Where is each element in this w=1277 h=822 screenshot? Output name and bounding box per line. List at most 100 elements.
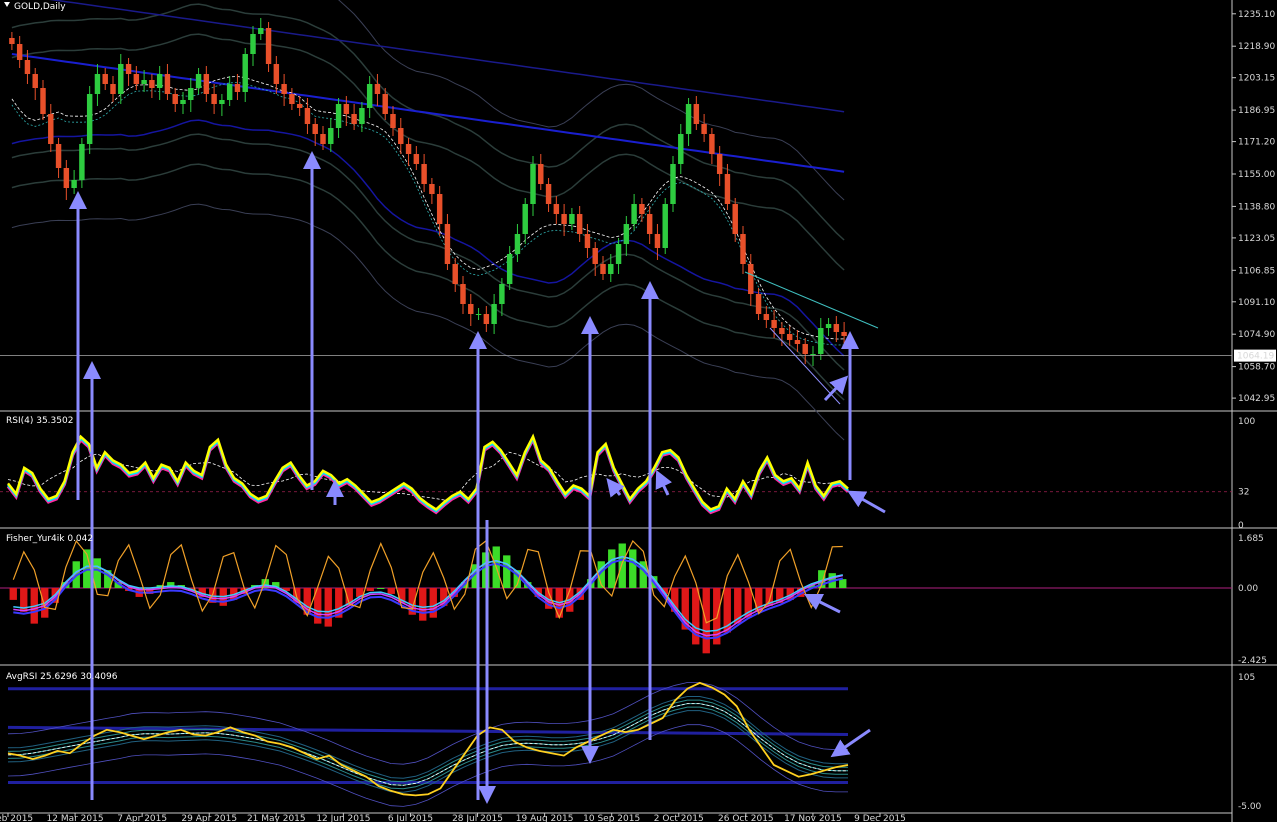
candle-body	[833, 324, 840, 332]
price-tick-label: 1058.70	[1238, 363, 1275, 373]
candle-body	[265, 28, 272, 64]
panel-label-fisher: Fisher_Yur4ik 0.042	[6, 534, 93, 544]
candle-body	[71, 180, 77, 188]
price-tick-label: 1186.95	[1238, 106, 1275, 116]
candle-body	[125, 64, 132, 74]
candle-body	[234, 84, 241, 92]
candle-body	[506, 254, 513, 284]
candle-body	[211, 94, 217, 104]
candle-body	[522, 204, 528, 234]
fisher-bar	[839, 579, 847, 589]
candle-body	[483, 314, 490, 324]
candle-body	[530, 164, 536, 204]
time-tick-label: 29 Apr 2015	[181, 814, 237, 822]
candle-body	[740, 234, 746, 264]
time-tick-label: 9 Feb 2015	[0, 814, 33, 822]
candle-body	[258, 28, 264, 34]
candle-body	[771, 320, 777, 328]
fisher-bar	[629, 549, 637, 589]
candle-body	[63, 168, 70, 188]
current-price-label: 1064.19	[1237, 352, 1274, 362]
price-tick-label: 1091.10	[1238, 298, 1275, 308]
fisher-bar	[377, 588, 385, 590]
candle-body	[670, 164, 676, 204]
fisher-tick-label: 1.685	[1238, 534, 1264, 544]
candle-body	[608, 264, 614, 274]
time-tick-label: 6 Jul 2015	[388, 814, 433, 822]
trading-chart: 1235.10 1218.90 1203.15 1186.95 1171.20 1155.…	[0, 0, 1277, 822]
candle-body	[382, 94, 388, 114]
candle-body	[390, 114, 396, 128]
fisher-bar	[324, 588, 332, 627]
candle-body	[452, 264, 458, 284]
candle-body	[709, 134, 715, 154]
candle-body	[491, 304, 497, 324]
candle-body	[584, 234, 591, 248]
fisher-tick-label: -2.425	[1238, 656, 1267, 666]
candle-body	[226, 84, 233, 100]
candle-body	[312, 124, 318, 134]
candle-body	[281, 84, 287, 94]
candle-body	[335, 104, 342, 128]
time-axis: 9 Feb 2015 12 Mar 2015 7 Apr 2015 29 Apr 20…	[0, 813, 906, 822]
candle-body	[413, 154, 420, 164]
candle-body	[242, 54, 248, 92]
fisher-bar	[618, 543, 626, 589]
panel-label-price: GOLD,Daily	[14, 2, 66, 12]
candle-body	[172, 94, 178, 104]
candle-body	[16, 44, 23, 60]
candle-body	[732, 204, 738, 234]
candle-body	[351, 114, 357, 124]
time-tick-label: 12 Jun 2015	[316, 814, 370, 822]
candle-body	[79, 144, 85, 180]
time-tick-label: 21 May 2015	[247, 814, 306, 822]
candle-body	[421, 164, 427, 184]
candle-body	[304, 108, 311, 124]
candle-body	[592, 248, 598, 264]
fisher-bar	[429, 588, 437, 618]
candle-body	[716, 154, 723, 174]
price-tick-label: 1042.95	[1238, 394, 1275, 404]
candle-body	[615, 244, 622, 264]
candle-body	[48, 114, 54, 144]
candle-body	[810, 354, 816, 355]
candle-body	[662, 204, 668, 248]
time-tick-label: 7 Apr 2015	[117, 814, 167, 822]
candle-body	[289, 94, 295, 104]
candle-body	[40, 88, 46, 114]
candle-body	[685, 104, 692, 134]
candle-body	[475, 314, 482, 315]
price-tick-label: 1138.80	[1238, 202, 1275, 212]
candle-body	[328, 128, 334, 144]
candle-body	[180, 100, 186, 104]
candle-body	[86, 94, 93, 144]
candle-body	[343, 104, 350, 114]
time-tick-label: 19 Aug 2015	[516, 814, 574, 822]
candle-body	[623, 224, 630, 244]
candle-body	[164, 74, 171, 94]
rsi-tick-label: 100	[1238, 417, 1255, 427]
candle-body	[55, 144, 62, 168]
candle-body	[693, 104, 700, 124]
time-tick-label: 28 Jul 2015	[452, 814, 503, 822]
time-tick-label: 9 Dec 2015	[854, 814, 906, 822]
rsi-tick-label: 32	[1238, 488, 1249, 498]
rsi-tick-label: 0	[1238, 521, 1244, 531]
candle-body	[141, 80, 147, 84]
candle-body	[561, 214, 567, 224]
price-tick-label: 1203.15	[1238, 74, 1275, 84]
price-tick-label: 1106.85	[1238, 266, 1275, 276]
time-tick-label: 10 Sep 2015	[583, 814, 640, 822]
candle-body	[405, 144, 412, 154]
candle-body	[118, 64, 124, 94]
candle-body	[188, 88, 194, 100]
candle-body	[436, 194, 443, 224]
candle-body	[600, 264, 606, 274]
avgrsi-tick-label: -5.00	[1238, 802, 1262, 812]
candle-body	[763, 314, 770, 320]
candle-body	[94, 74, 101, 94]
fisher-bar	[366, 588, 374, 591]
price-tick-label: 1074.90	[1238, 330, 1275, 340]
candle-body	[654, 234, 661, 248]
fisher-tick-label: 0.00	[1238, 584, 1258, 594]
